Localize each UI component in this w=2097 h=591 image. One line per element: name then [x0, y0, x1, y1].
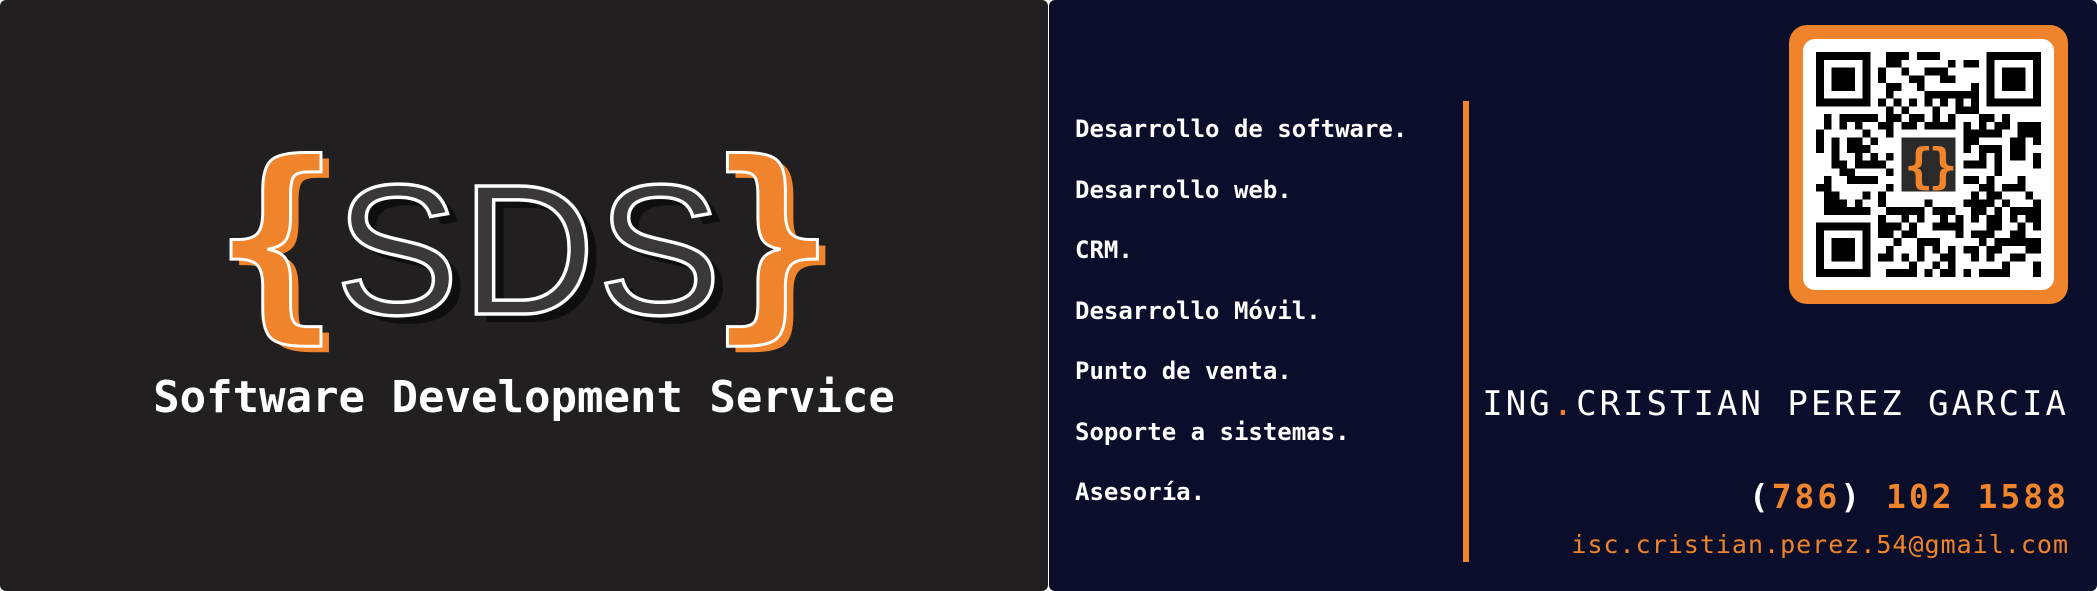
- person-name: ING.CRISTIAN PEREZ GARCIA: [1482, 384, 2069, 424]
- qr-center-logo: {}: [1904, 138, 1953, 194]
- qr-code-icon: {}: [1816, 52, 2041, 277]
- services-list: Desarrollo de software. Desarrollo web. …: [1075, 112, 1407, 536]
- card-front: { { SDS SDS } } Software Development Ser…: [0, 0, 1048, 591]
- email-address: isc.cristian.perez.54@gmail.com: [1571, 530, 2069, 559]
- vertical-divider: [1463, 101, 1469, 562]
- phone-number: (786) 102 1588: [1749, 477, 2069, 516]
- phone-paren-close: ): [1840, 477, 1864, 516]
- brace-close: }: [709, 150, 835, 360]
- logo-letters: SDS: [335, 150, 723, 354]
- tagline: Software Development Service: [153, 372, 895, 423]
- qr-code-background: {}: [1803, 39, 2054, 290]
- phone-local: 102 1588: [1886, 477, 2069, 516]
- name-text: CRISTIAN PEREZ GARCIA: [1576, 384, 2069, 424]
- card-back: Desarrollo de software. Desarrollo web. …: [1049, 0, 2097, 591]
- service-item: Desarrollo web.: [1075, 175, 1292, 204]
- service-item: Punto de venta.: [1075, 357, 1292, 385]
- sds-logo: { { SDS SDS } }: [212, 150, 844, 360]
- brace-open: {: [213, 150, 339, 360]
- phone-area-code: 786: [1771, 477, 1841, 516]
- name-prefix: ING: [1482, 384, 1553, 424]
- service-item: Desarrollo de software.: [1075, 115, 1408, 143]
- service-item: Asesoría.: [1075, 478, 1206, 506]
- phone-paren-open: (: [1748, 477, 1772, 516]
- service-item: CRM.: [1075, 236, 1133, 264]
- business-card-sheet: { { SDS SDS } } Software Development Ser…: [0, 0, 2097, 591]
- service-item: Desarrollo Móvil.: [1075, 296, 1321, 325]
- name-separator: .: [1552, 384, 1577, 424]
- service-item: Soporte a sistemas.: [1075, 417, 1350, 446]
- qr-code: {}: [1789, 25, 2068, 304]
